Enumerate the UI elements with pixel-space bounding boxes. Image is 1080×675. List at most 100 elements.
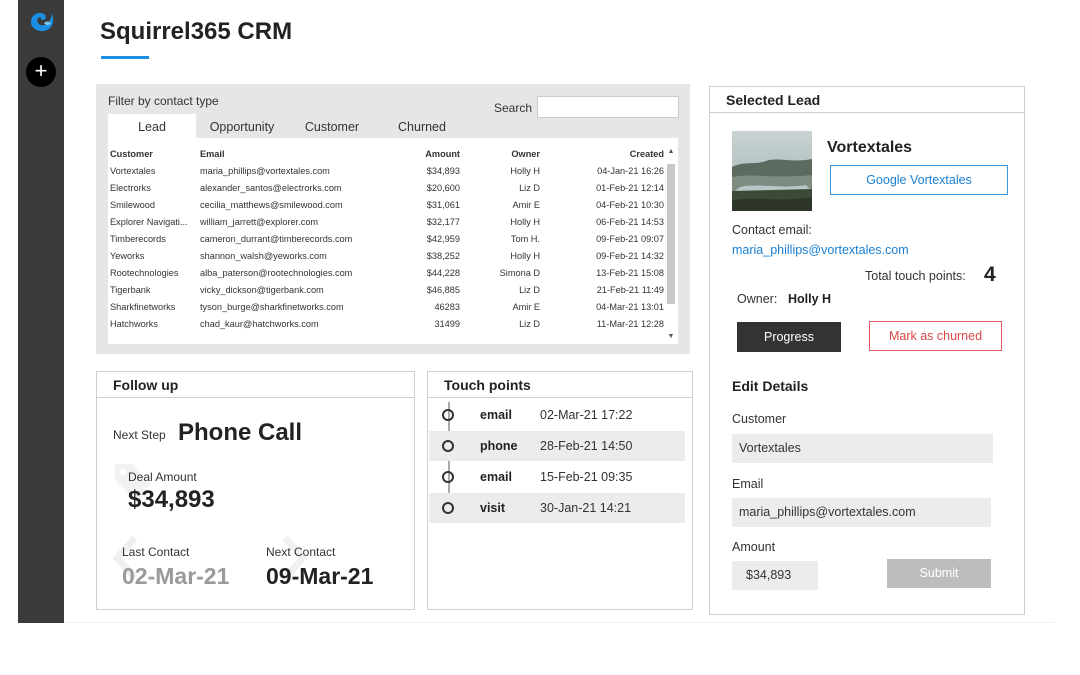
column-header-created[interactable]: Created	[542, 146, 666, 162]
table-row[interactable]: Explorer Navigati... william_jarrett@expl…	[108, 213, 666, 230]
touch-point-type: phone	[480, 439, 518, 453]
cell-amount: $42,959	[426, 233, 460, 244]
cell-owner: Amir E	[512, 199, 540, 210]
mark-as-churned-button[interactable]: Mark as churned	[869, 321, 1002, 351]
timeline-dot-icon	[442, 409, 454, 421]
cell-amount: $46,885	[426, 284, 460, 295]
table-row[interactable]: Sharkfinetworks tyson_burge@sharkfinetwor…	[108, 298, 666, 315]
touch-point-item[interactable]: phone 28-Feb-21 14:50	[429, 431, 685, 461]
app-root: + Squirrel365 CRM Filter by contact type…	[0, 0, 1080, 675]
cell-owner: Liz D	[519, 182, 540, 193]
tab-lead[interactable]: Lead	[108, 114, 196, 138]
contact-email-label: Contact email:	[732, 223, 812, 237]
cell-amount: $31,061	[426, 199, 460, 210]
email-field-label: Email	[732, 477, 764, 491]
touch-point-item[interactable]: email 02-Mar-21 17:22	[429, 400, 685, 430]
tab-churned[interactable]: Churned	[376, 114, 468, 138]
deal-amount-value: $34,893	[128, 486, 215, 513]
next-contact-label: Next Contact	[266, 545, 336, 559]
cell-customer: Smilewood	[110, 199, 155, 210]
contact-email-link[interactable]: maria_phillips@vortextales.com	[732, 243, 909, 257]
lead-photo	[732, 131, 812, 211]
next-step-label: Next Step	[113, 428, 166, 442]
cell-owner: Tom H.	[510, 233, 540, 244]
cell-email: william_jarrett@explorer.com	[200, 216, 319, 227]
customer-field-label: Customer	[732, 412, 787, 426]
touch-point-type: email	[480, 408, 512, 422]
touch-point-time: 15-Feb-21 09:35	[540, 470, 633, 484]
google-lead-button[interactable]: Google Vortextales	[830, 165, 1008, 195]
table-row[interactable]: Tigerbank vicky_dickson@tigerbank.com $46,…	[108, 281, 666, 298]
touch-point-item[interactable]: email 15-Feb-21 09:35	[429, 462, 685, 492]
column-header-owner[interactable]: Owner	[462, 146, 542, 162]
cell-created: 11-Mar-21 12:28	[596, 318, 664, 329]
filter-panel: Filter by contact type Search Lead Oppor…	[96, 84, 690, 354]
cell-amount: 46283	[434, 301, 460, 312]
cell-email: shannon_walsh@yeworks.com	[200, 250, 327, 261]
filter-label: Filter by contact type	[108, 94, 219, 108]
squirrel-logo-icon[interactable]	[27, 8, 55, 34]
owner-label: Owner:	[737, 292, 778, 306]
deal-amount-label: Deal Amount	[128, 470, 197, 484]
sidebar: +	[18, 0, 64, 623]
cell-email: alba_paterson@rootechnologies.com	[200, 267, 353, 278]
cell-amount: $44,228	[426, 267, 460, 278]
cell-customer: Timberecords	[110, 233, 166, 244]
search-label: Search	[494, 101, 533, 115]
column-header-customer[interactable]: Customer	[108, 146, 198, 162]
email-field[interactable]	[732, 498, 991, 527]
add-button[interactable]: +	[26, 57, 56, 87]
last-contact-label: Last Contact	[122, 545, 190, 559]
cell-customer: Electrorks	[110, 182, 151, 193]
table-row[interactable]: Rootechnologies alba_paterson@rootechnolo…	[108, 264, 666, 281]
page-title: Squirrel365 CRM	[100, 18, 293, 45]
touch-points-title: Touch points	[428, 372, 692, 398]
column-header-amount[interactable]: Amount	[376, 146, 462, 162]
timeline-dot-icon	[442, 440, 454, 452]
submit-button[interactable]: Submit	[887, 559, 991, 588]
cell-owner: Holly H	[510, 165, 540, 176]
tab-customer[interactable]: Customer	[288, 114, 376, 138]
cell-owner: Amir E	[512, 301, 540, 312]
progress-button[interactable]: Progress	[737, 322, 841, 352]
column-header-email[interactable]: Email	[198, 146, 376, 162]
amount-field[interactable]	[732, 561, 818, 590]
cell-amount: $32,177	[426, 216, 460, 227]
search-input[interactable]	[537, 96, 679, 118]
cell-owner: Holly H	[510, 250, 540, 261]
cell-email: cecilia_matthews@smilewood.com	[200, 199, 343, 210]
total-touch-points-label: Total touch points:	[865, 269, 966, 283]
total-touch-points-value: 4	[984, 263, 996, 286]
timeline-dot-icon	[442, 502, 454, 514]
table-row[interactable]: Timberecords cameron_durrant@timberecords…	[108, 230, 666, 247]
table-scrollbar[interactable]: ▲ ▼	[666, 148, 676, 340]
next-step-value: Phone Call	[178, 419, 303, 446]
edit-details-heading: Edit Details	[732, 378, 809, 394]
owner-value: Holly H	[788, 292, 832, 306]
scroll-up-icon[interactable]: ▲	[666, 148, 676, 155]
tab-opportunity[interactable]: Opportunity	[196, 114, 288, 138]
cell-owner: Liz D	[519, 318, 540, 329]
touch-point-time: 28-Feb-21 14:50	[540, 439, 633, 453]
main-content: Squirrel365 CRM Filter by contact type S…	[64, 0, 1054, 623]
follow-up-title: Follow up	[97, 372, 414, 398]
cell-created: 21-Feb-21 11:49	[596, 284, 664, 295]
table-row[interactable]: Yeworks shannon_walsh@yeworks.com $38,252 H…	[108, 247, 666, 264]
touch-point-time: 02-Mar-21 17:22	[540, 408, 633, 422]
cell-created: 04-Mar-21 13:01	[596, 301, 664, 312]
scroll-thumb[interactable]	[667, 164, 675, 304]
table-row[interactable]: Electrorks alexander_santos@electrorks.co…	[108, 179, 666, 196]
last-contact-value: 02-Mar-21	[122, 563, 230, 589]
table-row[interactable]: Vortextales maria_phillips@vortextales.co…	[108, 162, 666, 179]
cell-amount: $20,600	[426, 182, 460, 193]
cell-owner: Holly H	[510, 216, 540, 227]
touch-point-item[interactable]: visit 30-Jan-21 14:21	[429, 493, 685, 523]
cell-customer: Rootechnologies	[110, 267, 179, 278]
table-row[interactable]: Hatchworks chad_kaur@hatchworks.com 31499 L…	[108, 315, 666, 332]
cell-customer: Yeworks	[110, 250, 145, 261]
cell-customer: Vortextales	[110, 165, 156, 176]
scroll-down-icon[interactable]: ▼	[666, 333, 676, 340]
customer-field[interactable]	[732, 434, 993, 463]
table-row[interactable]: Smilewood cecilia_matthews@smilewood.com $…	[108, 196, 666, 213]
cell-email: alexander_santos@electrorks.com	[200, 182, 342, 193]
